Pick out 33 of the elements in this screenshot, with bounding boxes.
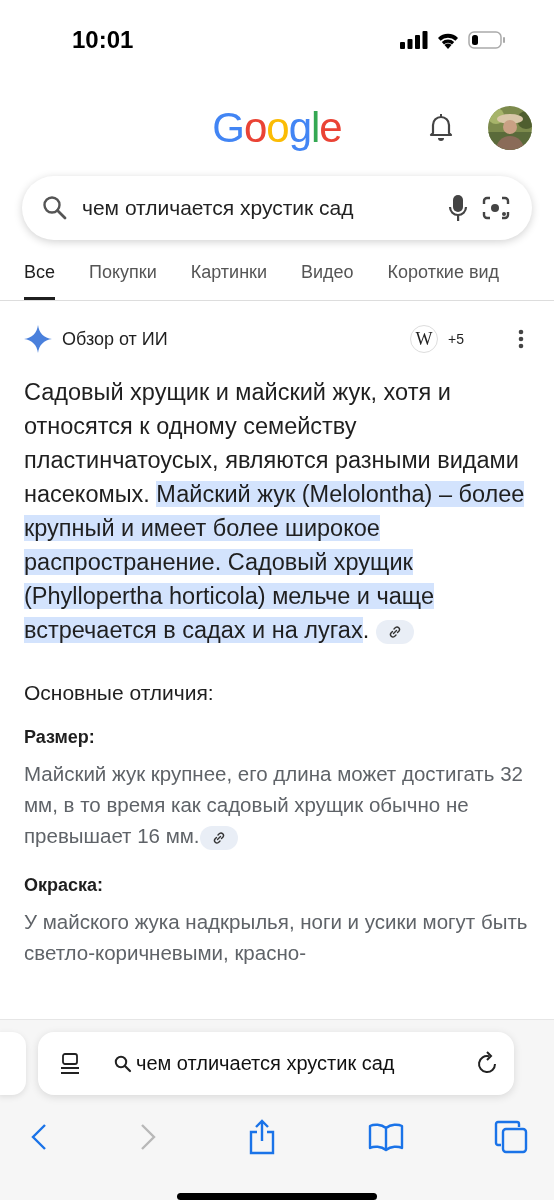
search-field[interactable]: чем отличается хрустик сад: [22, 176, 532, 240]
microphone-icon[interactable]: [448, 194, 468, 222]
search-tab[interactable]: Картинки: [190, 258, 267, 300]
subsection-title: Окраска:: [24, 875, 105, 896]
sparkle-icon: [24, 325, 52, 353]
search-tab[interactable]: Покупки: [89, 258, 157, 300]
wifi-icon: [436, 31, 460, 49]
camera-icon[interactable]: [482, 195, 510, 221]
subsection-title: Размер:: [24, 727, 96, 748]
back-icon[interactable]: [30, 1123, 48, 1152]
bookmarks-icon[interactable]: [367, 1122, 404, 1153]
subsection-text: У майского жука надкрылья, ноги и усики могут быть светло-коричневыми, красно-: [24, 909, 529, 966]
link-icon[interactable]: [375, 619, 414, 644]
search-icon: [114, 1054, 132, 1073]
ai-overview-title: Обзор от ИИ: [62, 328, 169, 350]
address-bar[interactable]: чем отличается хрустик сад: [38, 1032, 514, 1096]
tabs-icon[interactable]: [494, 1120, 528, 1155]
battery-icon: [468, 31, 506, 49]
share-icon[interactable]: [247, 1119, 277, 1156]
search-tab[interactable]: Короткие вид: [387, 258, 500, 300]
signal-icon: [400, 31, 428, 49]
reader-icon[interactable]: [58, 1051, 82, 1076]
section-heading: Основные отличия:: [24, 681, 215, 705]
search-tab[interactable]: Видео: [301, 258, 354, 300]
link-icon[interactable]: [199, 825, 238, 850]
subsection-text: Майский жук крупнее, его длина может достигать 32 мм, в то время как садовый хрущик обычно не превышает 16 мм.: [24, 758, 530, 851]
notification-bell-icon[interactable]: [428, 112, 454, 142]
google-logo: Google: [212, 104, 342, 152]
search-icon: [42, 195, 68, 221]
status-time: 10:01: [72, 26, 134, 54]
search-tab[interactable]: Все: [24, 258, 56, 300]
more-options-icon[interactable]: [518, 329, 524, 349]
source-count: +5: [448, 331, 464, 347]
